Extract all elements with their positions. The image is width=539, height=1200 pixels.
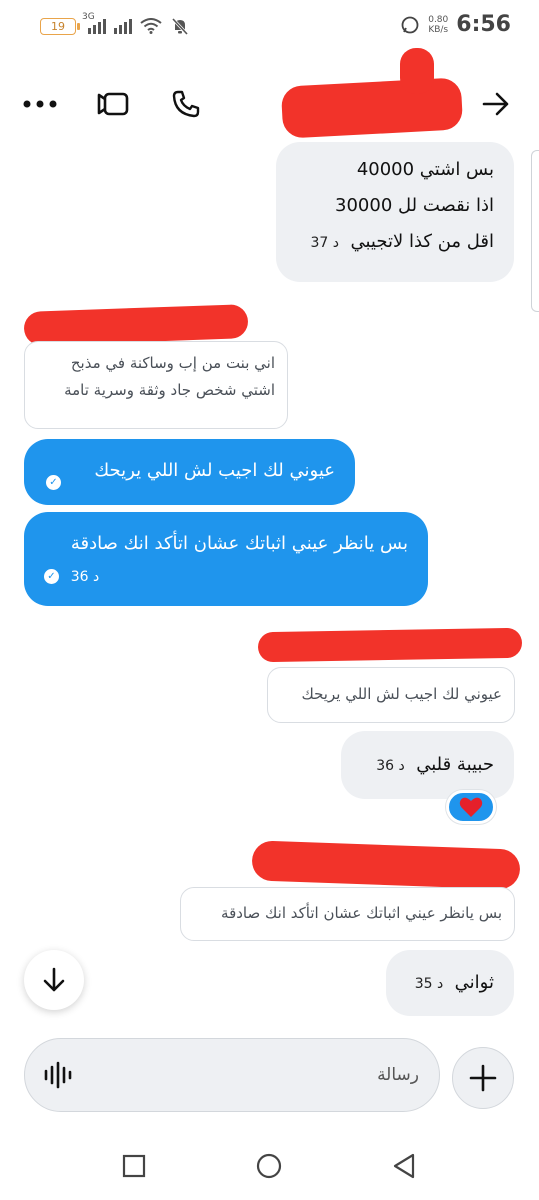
quote-line: عيوني لك اجيب لش اللي يريحك: [301, 685, 502, 703]
square-icon: [122, 1154, 146, 1178]
home-button[interactable]: [249, 1148, 289, 1184]
video-call-button[interactable]: [94, 86, 134, 122]
message-text: ثواني: [454, 972, 494, 993]
message-bubble[interactable]: بس اشتي 40000 اذا نقصت لل 30000 اقل من ك…: [276, 142, 514, 282]
message-line: اذا نقصت لل 30000: [335, 195, 494, 216]
signal-3g-icon: 3G: [82, 12, 106, 34]
message-meta: ✓ 36 د: [44, 562, 408, 591]
heart-icon: [459, 797, 483, 817]
battery-level: 19: [51, 19, 65, 33]
message-status-icon: [401, 16, 419, 33]
quoted-message[interactable]: بس يانظر عيني اثباتك عشان اتأكد انك صادق…: [180, 887, 515, 941]
redacted-contact-name: [280, 77, 464, 139]
message-input[interactable]: [95, 1039, 419, 1110]
redacted-reply-header: [251, 840, 521, 890]
plus-icon: [469, 1064, 497, 1092]
system-nav-bar: [0, 1130, 539, 1200]
message-time: 36 د: [376, 758, 405, 774]
add-attachment-button[interactable]: [452, 1047, 514, 1109]
phone-icon: [172, 90, 200, 118]
message-time: 35 د: [414, 976, 444, 992]
message-bubble[interactable]: ثواني 35 د: [386, 950, 514, 1016]
battery-icon: 19: [40, 17, 80, 35]
more-button[interactable]: [20, 86, 60, 122]
chat-header: [0, 48, 539, 144]
clock: 6:56: [456, 12, 511, 37]
status-bar: 19 3G 0.80 KB/s 6:56: [0, 0, 539, 56]
mute-bell-icon: [171, 17, 189, 36]
arrow-down-icon: [43, 967, 65, 992]
quoted-message[interactable]: عيوني لك اجيب لش اللي يريحك: [267, 667, 515, 723]
recents-button[interactable]: [114, 1148, 154, 1184]
wifi-icon: [140, 18, 162, 34]
quote-line: اشتي شخص جاد وثقة وسرية تامة: [64, 381, 275, 399]
status-right: 0.80 KB/s 6:56: [400, 12, 511, 37]
signal-bars-icon: [114, 18, 132, 34]
message-text: بس يانظر عيني اثباتك عشان اتأكد انك صادق…: [70, 533, 408, 554]
scroll-indicator: [531, 150, 539, 312]
triangle-back-icon: [393, 1153, 415, 1179]
status-left: 19 3G: [40, 12, 190, 36]
quoted-message[interactable]: اني بنت من إب وساكنة في مذبح اشتي شخص جا…: [24, 341, 288, 429]
message-text: حبيبة قلبي: [416, 754, 494, 775]
message-line: اقل من كذا لاتجيبي: [350, 231, 494, 252]
message-bubble-sent[interactable]: بس يانظر عيني اثباتك عشان اتأكد انك صادق…: [24, 512, 428, 606]
speed-unit: KB/s: [428, 24, 449, 35]
network-type: 3G: [82, 12, 95, 22]
message-line: بس اشتي 40000: [356, 159, 494, 180]
scroll-down-button[interactable]: [24, 950, 84, 1010]
voice-wave-icon[interactable]: [43, 1061, 73, 1089]
redaction-stroke: [400, 48, 434, 94]
message-composer: [24, 1038, 440, 1112]
redacted-reply-header: [23, 304, 249, 346]
read-check-icon: ✓: [46, 475, 61, 490]
reaction-badge[interactable]: [446, 790, 496, 824]
speed-value: 0.80: [428, 14, 449, 25]
quote-line: بس يانظر عيني اثباتك عشان اتأكد انك صادق…: [221, 904, 502, 922]
message-time: 36 د: [70, 569, 100, 585]
read-check-icon: ✓: [44, 568, 59, 584]
message-time: 37 د: [310, 235, 340, 251]
message-bubble[interactable]: حبيبة قلبي 36 د: [341, 731, 514, 799]
message-text: عيوني لك اجيب لش اللي يريحك: [94, 460, 335, 481]
more-icon: [23, 100, 57, 108]
forward-arrow-icon: [482, 92, 509, 116]
message-bubble-sent[interactable]: عيوني لك اجيب لش اللي يريحك ✓: [24, 439, 355, 505]
voice-call-button[interactable]: [166, 86, 206, 122]
redacted-reply-header: [257, 627, 523, 663]
circle-icon: [256, 1153, 282, 1179]
back-nav-button[interactable]: [384, 1148, 424, 1184]
quote-line: اني بنت من إب وساكنة في مذبح: [70, 354, 275, 372]
back-button[interactable]: [476, 86, 516, 122]
message-line-with-time: اقل من كذا لاتجيبي 37 د: [296, 224, 494, 261]
video-icon: [97, 92, 129, 116]
network-speed: 0.80 KB/s: [428, 15, 448, 35]
